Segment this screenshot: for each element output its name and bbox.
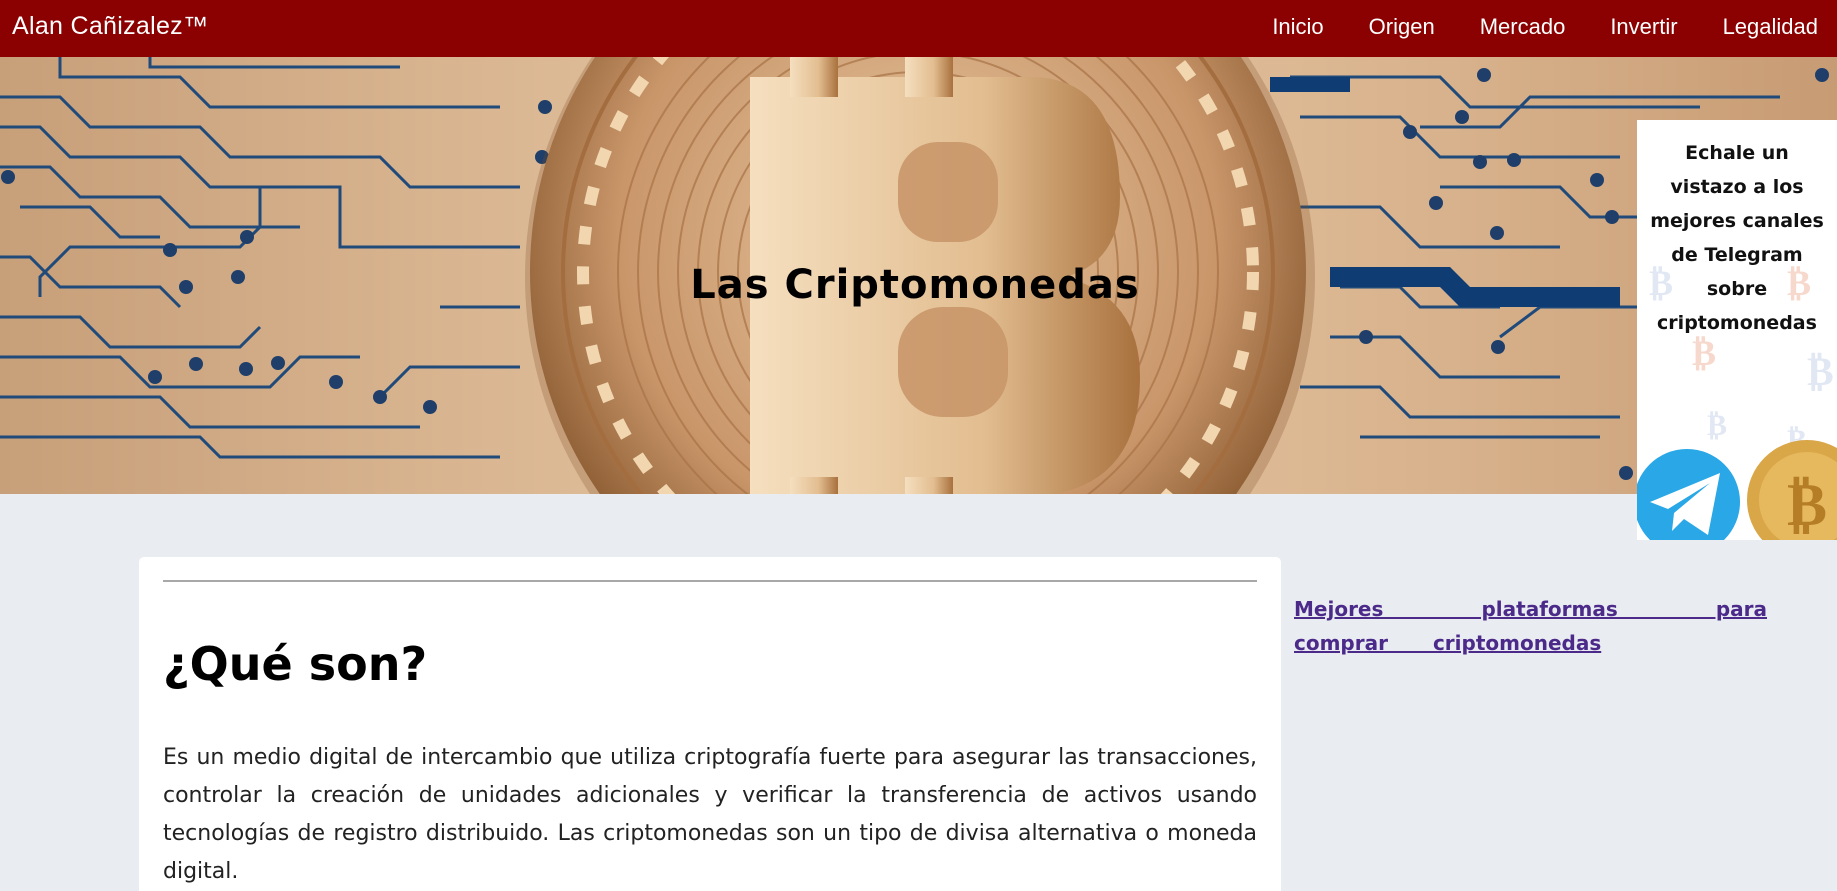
- svg-text:₿: ₿: [1787, 470, 1827, 540]
- section-heading: ¿Qué son?: [163, 637, 428, 691]
- top-navbar: Alan Cañizalez™ Inicio Origen Mercado In…: [0, 0, 1837, 57]
- telegram-icon: [1637, 449, 1740, 540]
- platforms-link[interactable]: Mejores plataformas para comprar criptom…: [1294, 592, 1767, 660]
- ad-text: Echale un vistazo a los mejores canales …: [1650, 142, 1824, 334]
- nav-inicio[interactable]: Inicio: [1272, 14, 1323, 40]
- divider: [163, 580, 1257, 582]
- nav-mercado[interactable]: Mercado: [1480, 14, 1566, 40]
- hero-banner: Las Criptomonedas: [0, 57, 1837, 494]
- article-card: ¿Qué son? Es un medio digital de interca…: [139, 557, 1281, 891]
- telegram-ad-banner[interactable]: Echale un vistazo a los mejores canales …: [1637, 120, 1837, 540]
- hero-title: Las Criptomonedas: [690, 262, 1140, 308]
- nav-origen[interactable]: Origen: [1369, 14, 1435, 40]
- svg-text:₿: ₿: [1707, 408, 1727, 443]
- nav-legalidad[interactable]: Legalidad: [1723, 14, 1818, 40]
- nav-invertir[interactable]: Invertir: [1610, 14, 1677, 40]
- main-nav: Inicio Origen Mercado Invertir Legalidad: [1227, 14, 1818, 40]
- section-paragraph: Es un medio digital de intercambio que u…: [163, 745, 1257, 884]
- brand-logo[interactable]: Alan Cañizalez™: [12, 12, 208, 41]
- svg-text:₿: ₿: [1787, 423, 1807, 458]
- svg-text:₿: ₿: [1807, 349, 1834, 395]
